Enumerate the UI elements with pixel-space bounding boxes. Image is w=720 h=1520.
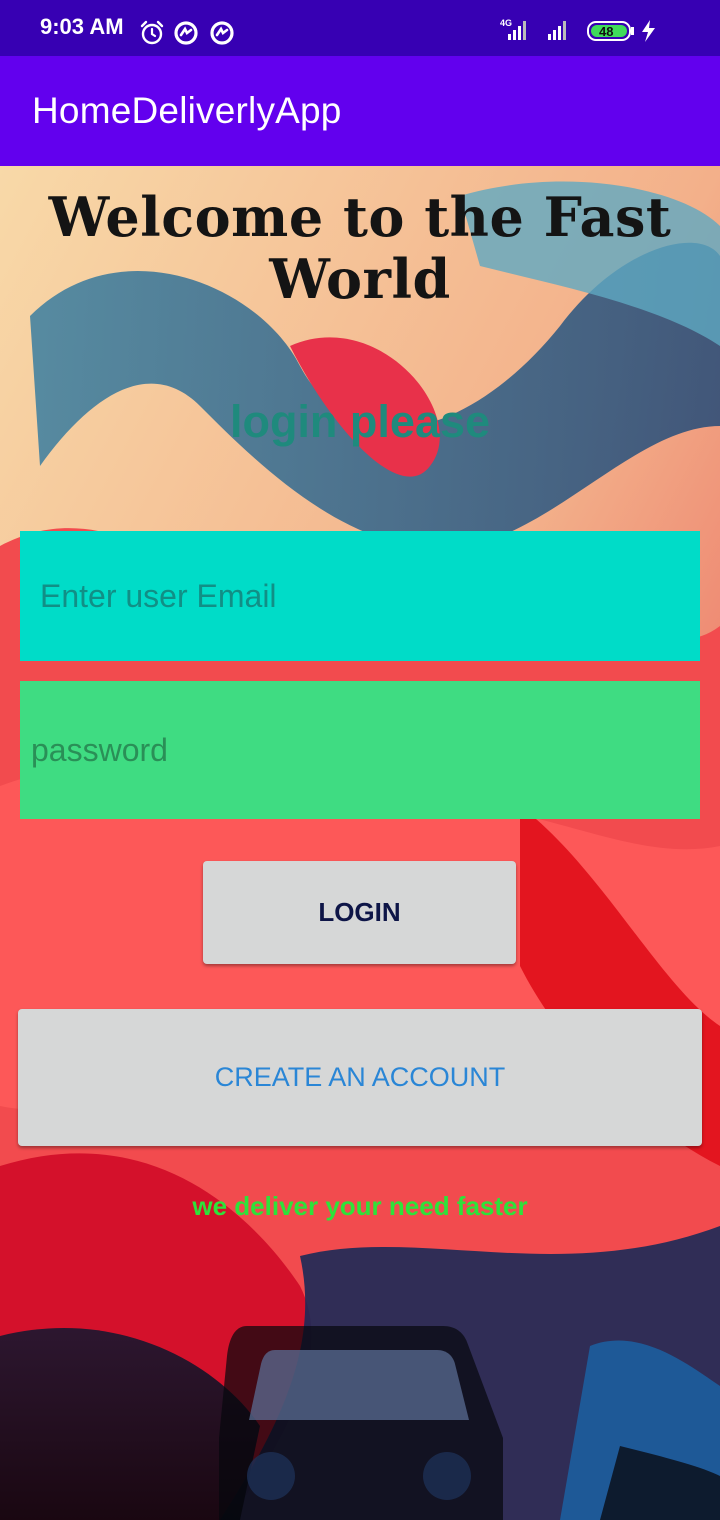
login-screen: 9:03 AM 4G 48 HomeDeliverlyApp Welcome t… <box>0 0 720 1520</box>
status-bar: 9:03 AM 4G 48 <box>0 0 720 56</box>
data-saver-icon <box>210 21 234 45</box>
signal-icon <box>548 21 566 40</box>
password-field[interactable] <box>20 681 700 819</box>
app-bar: HomeDeliverlyApp <box>0 56 720 166</box>
signal-icon: 4G <box>500 18 526 40</box>
tagline: we deliver your need faster <box>192 1191 528 1221</box>
background-wallpaper <box>0 166 720 1520</box>
svg-text:4G: 4G <box>500 18 512 28</box>
car-icon <box>219 1326 503 1520</box>
data-saver-icon <box>174 21 198 45</box>
alarm-icon <box>140 20 164 45</box>
welcome-title: Welcome to the Fast World <box>48 185 672 311</box>
login-button[interactable]: LOGIN <box>203 861 516 964</box>
app-title: HomeDeliverlyApp <box>32 90 342 131</box>
svg-text:48: 48 <box>599 24 613 39</box>
email-field[interactable] <box>20 531 700 661</box>
create-account-button[interactable]: CREATE AN ACCOUNT <box>18 1009 702 1146</box>
login-content: Welcome to the Fast World login please L… <box>0 166 720 1520</box>
charging-icon <box>642 20 655 42</box>
battery-icon: 48 <box>587 21 634 41</box>
login-subtitle: login please <box>229 396 491 447</box>
status-time: 9:03 AM <box>40 14 124 39</box>
status-indicators: 4G 48 <box>500 18 655 42</box>
